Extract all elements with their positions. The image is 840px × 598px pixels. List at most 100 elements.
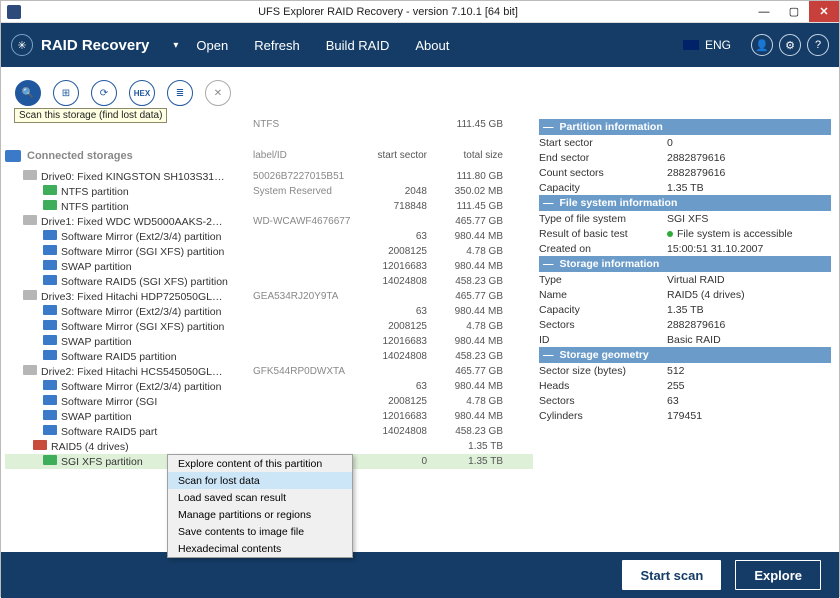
info-row: Result of basic testFile system is acces…	[539, 226, 831, 241]
flag-icon	[683, 40, 699, 50]
info-value: 63	[667, 395, 831, 407]
context-menu-item[interactable]: Load saved scan result	[168, 489, 352, 506]
close-button[interactable]: ✕	[809, 1, 839, 22]
raid-icon[interactable]: ⊞	[53, 80, 79, 106]
partition-icon	[43, 320, 57, 330]
tree-row[interactable]: Software Mirror (SGI20081254.78 GB	[5, 394, 533, 409]
partition-icon	[43, 335, 57, 345]
row-start: 0	[365, 456, 435, 467]
tree-row[interactable]: SWAP partition12016683980.44 MB	[5, 259, 533, 274]
info-value: 2882879616	[667, 152, 831, 164]
info-key: End sector	[539, 152, 667, 164]
col-size: total size	[435, 150, 503, 161]
tree-row[interactable]: Software Mirror (Ext2/3/4) partition6398…	[5, 379, 533, 394]
window-title: UFS Explorer RAID Recovery - version 7.1…	[27, 6, 749, 18]
row-label: SWAP partition	[61, 261, 132, 273]
context-menu-item[interactable]: Scan for lost data	[168, 472, 352, 489]
tree-row[interactable]: Software Mirror (Ext2/3/4) partition6398…	[5, 229, 533, 244]
titlebar: UFS Explorer RAID Recovery - version 7.1…	[1, 1, 839, 23]
tree-row[interactable]: SWAP partition12016683980.44 MB	[5, 334, 533, 349]
help-button[interactable]: ?	[807, 34, 829, 56]
row-start: 63	[365, 381, 435, 392]
app-icon	[7, 5, 21, 19]
info-key: Result of basic test	[539, 228, 667, 240]
row-label: Software Mirror (Ext2/3/4) partition	[61, 231, 221, 243]
tree-row[interactable]: NTFS partitionSystem Reserved2048350.02 …	[5, 184, 533, 199]
row-size: 980.44 MB	[435, 306, 503, 317]
cancel-icon[interactable]: ✕	[205, 80, 231, 106]
explore-button[interactable]: Explore	[735, 560, 821, 590]
row-label: Software Mirror (SGI	[61, 396, 157, 408]
menu-refresh[interactable]: Refresh	[254, 38, 300, 53]
menu-about[interactable]: About	[415, 38, 449, 53]
info-row: Capacity1.35 TB	[539, 180, 831, 195]
row-label: Drive0: Fixed KINGSTON SH103S31…	[41, 171, 225, 183]
info-row: Heads255	[539, 378, 831, 393]
context-menu[interactable]: Explore content of this partitionScan fo…	[167, 454, 353, 558]
row-label: RAID5 (4 drives)	[51, 441, 129, 453]
tree-row[interactable]: Drive1: Fixed WDC WD5000AAKS-2…WD-WCAWF4…	[5, 214, 533, 229]
settings-button[interactable]: ⚙	[779, 34, 801, 56]
info-key: Sectors	[539, 395, 667, 407]
tree-row[interactable]: Software Mirror (SGI XFS) partition20081…	[5, 319, 533, 334]
start-scan-button[interactable]: Start scan	[622, 560, 721, 590]
tree-row[interactable]: Software Mirror (SGI XFS) partition20081…	[5, 244, 533, 259]
menu-caret-icon[interactable]: ▾	[173, 40, 178, 51]
menu-open[interactable]: Open	[196, 38, 228, 53]
info-row: NameRAID5 (4 drives)	[539, 287, 831, 302]
maximize-button[interactable]: ▢	[779, 1, 809, 22]
tree-row[interactable]: RAID5 (4 drives)1.35 TB	[5, 439, 533, 454]
hex-icon[interactable]: HEX	[129, 80, 155, 106]
row-size: 465.77 GB	[435, 366, 503, 377]
info-value: 0	[667, 137, 831, 149]
row-size: 111.80 GB	[435, 171, 503, 182]
tree-row[interactable]: Software RAID5 partition14024808458.23 G…	[5, 349, 533, 364]
info-key: Start sector	[539, 137, 667, 149]
context-menu-item[interactable]: Hexadecimal contents	[168, 540, 352, 557]
top-fs-size: 111.45 GB	[435, 119, 503, 134]
row-label: Software Mirror (SGI XFS) partition	[61, 246, 224, 258]
row-size: 458.23 GB	[435, 351, 503, 362]
menu-build-raid[interactable]: Build RAID	[326, 38, 390, 53]
info-row: TypeVirtual RAID	[539, 272, 831, 287]
row-size: 980.44 MB	[435, 261, 503, 272]
user-button[interactable]: 👤	[751, 34, 773, 56]
minimize-button[interactable]: —	[749, 1, 779, 22]
tree-row[interactable]: NTFS partition718848111.45 GB	[5, 199, 533, 214]
info-value: 2882879616	[667, 167, 831, 179]
row-start: 63	[365, 306, 435, 317]
tree-row[interactable]: Drive3: Fixed Hitachi HDP725050GL…GEA534…	[5, 289, 533, 304]
context-menu-item[interactable]: Manage partitions or regions	[168, 506, 352, 523]
tree-row[interactable]: Drive0: Fixed KINGSTON SH103S31…50026B72…	[5, 169, 533, 184]
header: ✳ RAID Recovery ▾ Open Refresh Build RAI…	[1, 23, 839, 67]
context-menu-item[interactable]: Save contents to image file	[168, 523, 352, 540]
tree-row[interactable]: Software Mirror (Ext2/3/4) partition6398…	[5, 304, 533, 319]
section-connected: Connected storages	[5, 145, 253, 167]
info-row: Sectors63	[539, 393, 831, 408]
row-start: 12016683	[365, 411, 435, 422]
row-start: 12016683	[365, 336, 435, 347]
row-label: NTFS partition	[61, 201, 129, 213]
language-label[interactable]: ENG	[705, 38, 731, 52]
reload-icon[interactable]: ⟳	[91, 80, 117, 106]
context-menu-item[interactable]: Explore content of this partition	[168, 455, 352, 472]
col-start: start sector	[365, 150, 435, 161]
tree-row[interactable]: Software RAID5 part14024808458.23 GB	[5, 424, 533, 439]
logo-icon: ✳	[11, 34, 33, 56]
list-icon[interactable]: ≣	[167, 80, 193, 106]
row-start: 718848	[365, 201, 435, 212]
info-row: Created on15:00:51 31.10.2007	[539, 241, 831, 256]
row-size: 980.44 MB	[435, 336, 503, 347]
row-size: 458.23 GB	[435, 276, 503, 287]
row-label: Software Mirror (SGI XFS) partition	[61, 321, 224, 333]
scan-icon[interactable]: 🔍	[15, 80, 41, 106]
tree-row[interactable]: Drive2: Fixed Hitachi HCS545050GL…GFK544…	[5, 364, 533, 379]
info-value: Virtual RAID	[667, 274, 831, 286]
info-key: Heads	[539, 380, 667, 392]
info-row: End sector2882879616	[539, 150, 831, 165]
tree-row[interactable]: SWAP partition12016683980.44 MB	[5, 409, 533, 424]
info-row: Capacity1.35 TB	[539, 302, 831, 317]
bottom-bar: Start scan Explore	[1, 552, 839, 598]
tree-row[interactable]: Software RAID5 (SGI XFS) partition140248…	[5, 274, 533, 289]
info-value: 179451	[667, 410, 831, 422]
